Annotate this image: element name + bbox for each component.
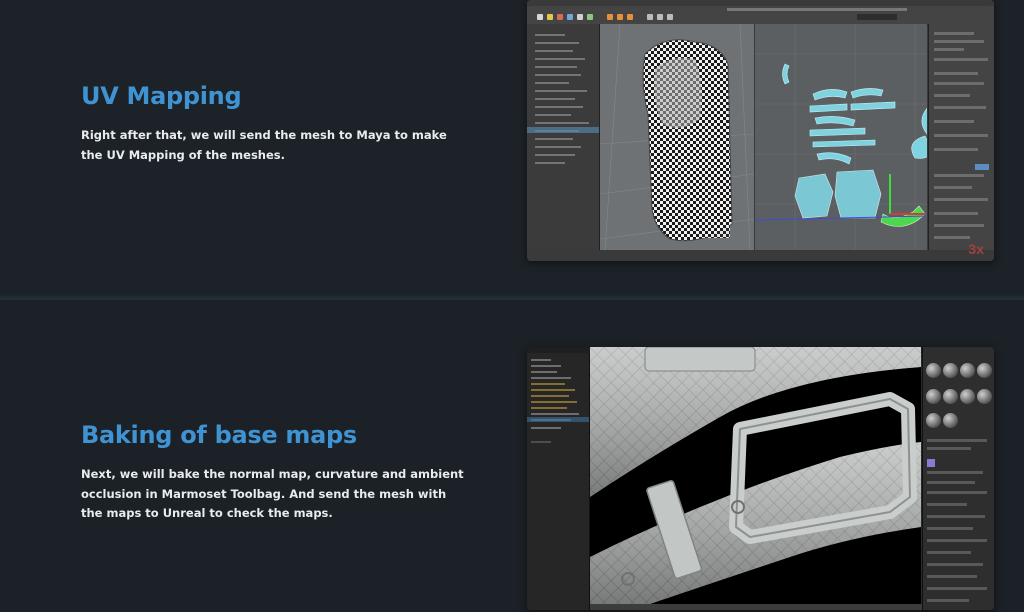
tool-icon — [587, 14, 593, 20]
marmoset-viewport — [590, 347, 921, 604]
uv-mapping-description: Right after that, we will send the mesh … — [81, 128, 447, 162]
baking-description: Next, we will bake the normal map, curva… — [81, 467, 464, 520]
maya-3d-viewport — [600, 24, 754, 250]
marmoset-material-panel — [922, 347, 994, 610]
tool-icon — [567, 14, 573, 20]
maya-watermark: 3x — [968, 241, 984, 257]
marmoset-timeline — [590, 604, 922, 610]
maya-toolbar — [527, 0, 994, 25]
tool-icon — [667, 14, 673, 20]
tool-icon — [627, 14, 633, 20]
maya-uv-screenshot: 3x — [527, 0, 994, 261]
tool-icon — [547, 14, 553, 20]
tool-icon — [537, 14, 543, 20]
baking-heading: Baking of base maps — [81, 421, 357, 449]
maya-attribute-panel — [928, 24, 994, 250]
tool-icon — [577, 14, 583, 20]
tool-icon — [657, 14, 663, 20]
tool-icon — [647, 14, 653, 20]
tool-icon — [607, 14, 613, 20]
tool-icon — [557, 14, 563, 20]
uv-mapping-heading: UV Mapping — [81, 82, 242, 110]
marmoset-bake-screenshot — [527, 347, 994, 610]
maya-outliner — [527, 24, 600, 250]
maya-uv-editor — [755, 24, 927, 250]
marmoset-scene-panel — [527, 353, 590, 610]
tool-icon — [617, 14, 623, 20]
maya-status-bar — [527, 250, 994, 261]
